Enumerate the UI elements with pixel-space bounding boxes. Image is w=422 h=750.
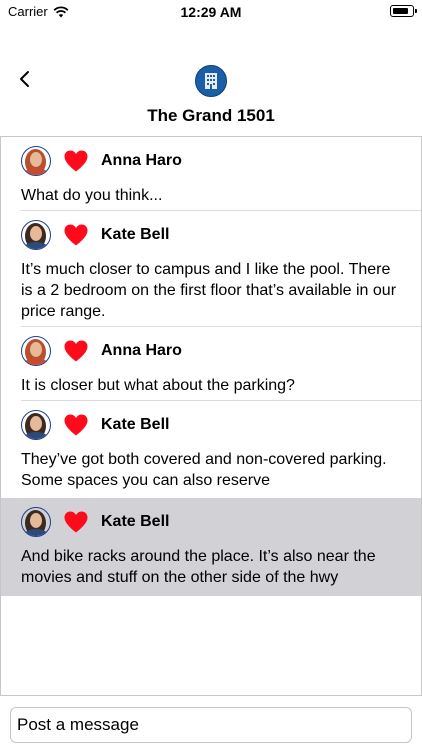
status-bar: Carrier 12:29 AM: [0, 0, 422, 24]
avatar[interactable]: [21, 336, 51, 366]
message-header: Kate Bell: [21, 498, 401, 546]
avatar[interactable]: [21, 410, 51, 440]
heart-icon[interactable]: [63, 339, 89, 363]
message-body: It is closer but what about the parking?: [21, 377, 295, 394]
heart-icon[interactable]: [63, 149, 89, 173]
message-feed[interactable]: Anna Haro What do you think... Kate Bell…: [0, 136, 422, 696]
heart-icon[interactable]: [63, 413, 89, 437]
message-body: What do you think...: [21, 187, 163, 204]
back-chevron-icon[interactable]: [16, 70, 34, 88]
navigation-header: The Grand 1501: [0, 24, 422, 136]
status-time: 12:29 AM: [180, 4, 242, 20]
message-body: And bike racks around the place. It’s al…: [21, 548, 376, 586]
battery-icon: [390, 5, 417, 17]
avatar[interactable]: [21, 507, 51, 537]
message-header: Kate Bell: [21, 401, 401, 449]
heart-icon[interactable]: [63, 223, 89, 247]
author-name: Anna Haro: [101, 152, 182, 169]
battery-level: [392, 7, 408, 14]
author-name: Kate Bell: [101, 416, 170, 433]
heart-icon[interactable]: [63, 510, 89, 534]
message-row[interactable]: Anna Haro It is closer but what about th…: [1, 327, 421, 400]
page-title: The Grand 1501: [147, 106, 275, 125]
message-header: Kate Bell: [21, 211, 401, 259]
message-row[interactable]: Kate Bell They’ve got both covered and n…: [1, 401, 421, 498]
post-message-input[interactable]: [10, 707, 412, 743]
message-row[interactable]: Kate Bell It’s much closer to campus and…: [1, 211, 421, 326]
building-icon: [195, 65, 227, 97]
message-body: They’ve got both covered and non-covered…: [21, 451, 387, 489]
author-name: Anna Haro: [101, 342, 182, 359]
avatar[interactable]: [21, 220, 51, 250]
message-row[interactable]: Anna Haro What do you think...: [1, 137, 421, 210]
author-name: Kate Bell: [101, 226, 170, 243]
message-header: Anna Haro: [21, 137, 401, 185]
message-header: Anna Haro: [21, 327, 401, 375]
message-body: It’s much closer to campus and I like th…: [21, 261, 397, 320]
avatar[interactable]: [21, 146, 51, 176]
author-name: Kate Bell: [101, 513, 170, 530]
message-row[interactable]: Kate Bell And bike racks around the plac…: [1, 498, 421, 596]
